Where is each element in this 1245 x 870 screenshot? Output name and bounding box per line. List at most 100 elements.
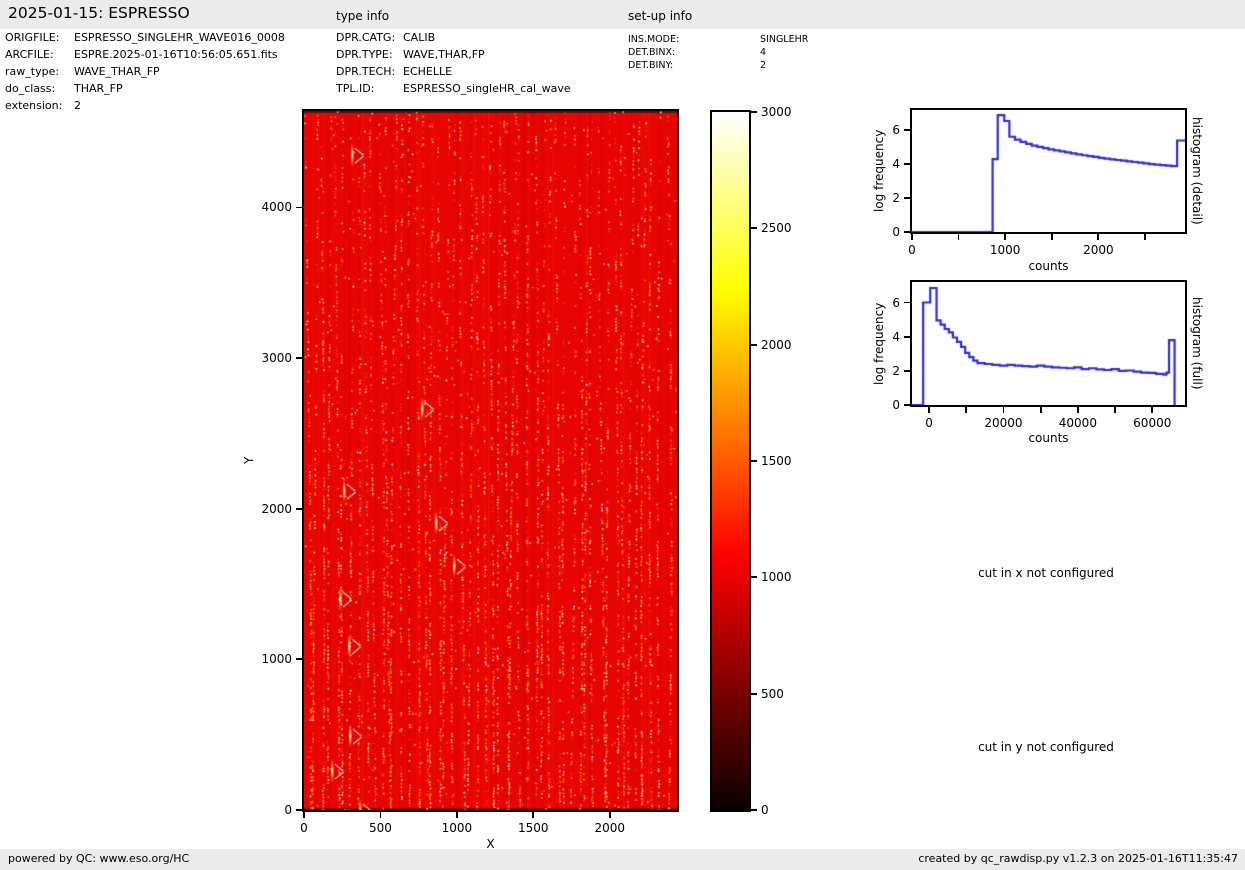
x-tick	[455, 812, 458, 818]
raw-frame-axes-box	[302, 109, 679, 812]
histogram-detail-xlabel: counts	[1028, 259, 1069, 273]
info-label: ARCFILE:	[5, 48, 54, 61]
info-label: DPR.TYPE:	[336, 48, 393, 61]
x-tick	[303, 812, 305, 818]
y-tick-label: 0	[892, 225, 900, 239]
qc-report-page: 2025-01-15: ESPRESSO type info set-up in…	[0, 0, 1245, 870]
info-value: CALIB	[403, 31, 436, 44]
colorbar-tick	[751, 809, 757, 811]
colorbar-tick-label: 500	[761, 686, 784, 701]
y-tick	[296, 507, 302, 510]
y-tick-label: 4000	[261, 200, 292, 215]
info-value: ESPRESSO_singleHR_cal_wave	[403, 82, 571, 95]
y-tick	[296, 206, 302, 209]
y-tick-label: 2000	[261, 501, 292, 516]
colorbar-tick	[751, 111, 757, 113]
y-tick-label: 3000	[261, 351, 292, 366]
x-tick	[1004, 234, 1007, 240]
x-tick-label: 1000	[441, 821, 473, 835]
colorbar-box	[710, 110, 751, 812]
info-value: THAR_FP	[74, 82, 123, 95]
cut-in-y-annotation: cut in y not configured	[978, 740, 1114, 754]
info-row: do_class: THAR_FP	[5, 80, 123, 97]
info-label: DPR.TECH:	[336, 65, 396, 78]
x-tick-label: 2000	[1083, 243, 1114, 257]
x-tick	[957, 234, 960, 240]
y-tick-label: 2	[892, 191, 900, 206]
colorbar-tick	[751, 343, 757, 346]
x-tick-label: 1500	[518, 821, 549, 835]
y-tick-label: 6	[892, 295, 900, 310]
y-tick	[296, 809, 302, 811]
x-tick	[965, 407, 968, 413]
y-tick-label: 4	[892, 329, 900, 344]
colorbar-tick-label: 0	[761, 803, 769, 817]
info-row: raw_type: WAVE_THAR_FP	[5, 63, 160, 80]
info-row: DPR.CATG: CALIB	[336, 29, 435, 46]
x-tick	[1039, 407, 1042, 413]
colorbar-tick-label: 3000	[761, 105, 792, 119]
y-tick	[904, 231, 910, 233]
footer-right-text: created by qc_rawdisp.py v1.2.3 on 2025-…	[918, 852, 1238, 865]
colorbar-tick-label: 2500	[761, 221, 792, 236]
info-row: INS.MODE: SINGLEHR	[628, 33, 808, 46]
histogram-full-xlabel: counts	[1028, 431, 1069, 445]
raw-frame-ylabel: Y	[242, 456, 256, 465]
info-row: DET.BINX: 4	[628, 46, 766, 59]
info-label: raw_type:	[5, 65, 60, 78]
y-tick	[904, 301, 910, 304]
colorbar-tick	[751, 227, 757, 230]
x-tick-label: 0	[925, 416, 933, 430]
x-tick	[928, 407, 930, 413]
x-tick-label: 60000	[1133, 416, 1172, 430]
colorbar-tick-label: 1500	[761, 454, 792, 468]
info-value: WAVE,THAR,FP	[403, 48, 485, 61]
page-title: 2025-01-15: ESPRESSO	[8, 4, 190, 22]
y-tick	[904, 369, 910, 372]
info-row: ARCFILE: ESPRE.2025-01-16T10:56:05.651.fi…	[5, 46, 278, 63]
y-tick-label: 1000	[261, 652, 292, 667]
y-tick-label: 0	[892, 398, 900, 412]
info-label: TPL.ID:	[336, 82, 375, 95]
info-label: DET.BINX:	[628, 47, 676, 58]
info-row: DET.BINY: 2	[628, 59, 766, 72]
info-row: extension: 2	[5, 97, 81, 114]
y-tick-label: 2	[892, 363, 900, 378]
x-tick-label: 500	[368, 821, 392, 835]
x-tick	[1144, 234, 1146, 240]
info-value: ESPRE.2025-01-16T10:56:05.651.fits	[74, 48, 278, 61]
info-value: 2	[760, 60, 767, 71]
cut-in-x-annotation: cut in x not configured	[978, 566, 1114, 580]
histogram-detail-right-label: histogram (detail)	[1190, 117, 1204, 225]
colorbar-tick-label: 2000	[761, 337, 792, 352]
x-tick-label: 0	[300, 821, 308, 835]
info-value: ECHELLE	[403, 65, 453, 78]
x-tick	[1114, 407, 1116, 413]
colorbar-tick-label: 1000	[761, 570, 792, 585]
info-value: ESPRESSO_SINGLEHR_WAVE016_0008	[74, 31, 285, 44]
y-tick-label: 4	[892, 157, 900, 172]
info-row: DPR.TYPE: WAVE,THAR,FP	[336, 46, 485, 63]
y-tick	[904, 129, 910, 132]
x-tick	[532, 812, 535, 818]
info-row: DPR.TECH: ECHELLE	[336, 63, 452, 80]
colorbar-tick	[751, 576, 757, 579]
x-tick	[1097, 234, 1100, 240]
x-tick-label: 2000	[594, 821, 625, 835]
type-info-heading: type info	[336, 9, 390, 23]
info-label: extension:	[5, 99, 63, 112]
setup-info-heading: set-up info	[628, 9, 693, 23]
info-label: ORIGFILE:	[5, 31, 60, 44]
footer-left-text: powered by QC: www.eso.org/HC	[8, 852, 190, 865]
info-value: WAVE_THAR_FP	[74, 65, 160, 78]
colorbar-tick	[751, 460, 757, 462]
x-tick	[379, 812, 382, 818]
x-tick-label: 0	[908, 243, 916, 257]
y-tick	[904, 335, 910, 338]
y-tick	[904, 404, 910, 406]
info-label: do_class:	[5, 82, 56, 95]
y-tick-label: 6	[892, 123, 900, 138]
info-label: INS.MODE:	[628, 34, 680, 45]
y-tick	[904, 163, 910, 166]
histogram-full-axes-box	[910, 280, 1187, 407]
